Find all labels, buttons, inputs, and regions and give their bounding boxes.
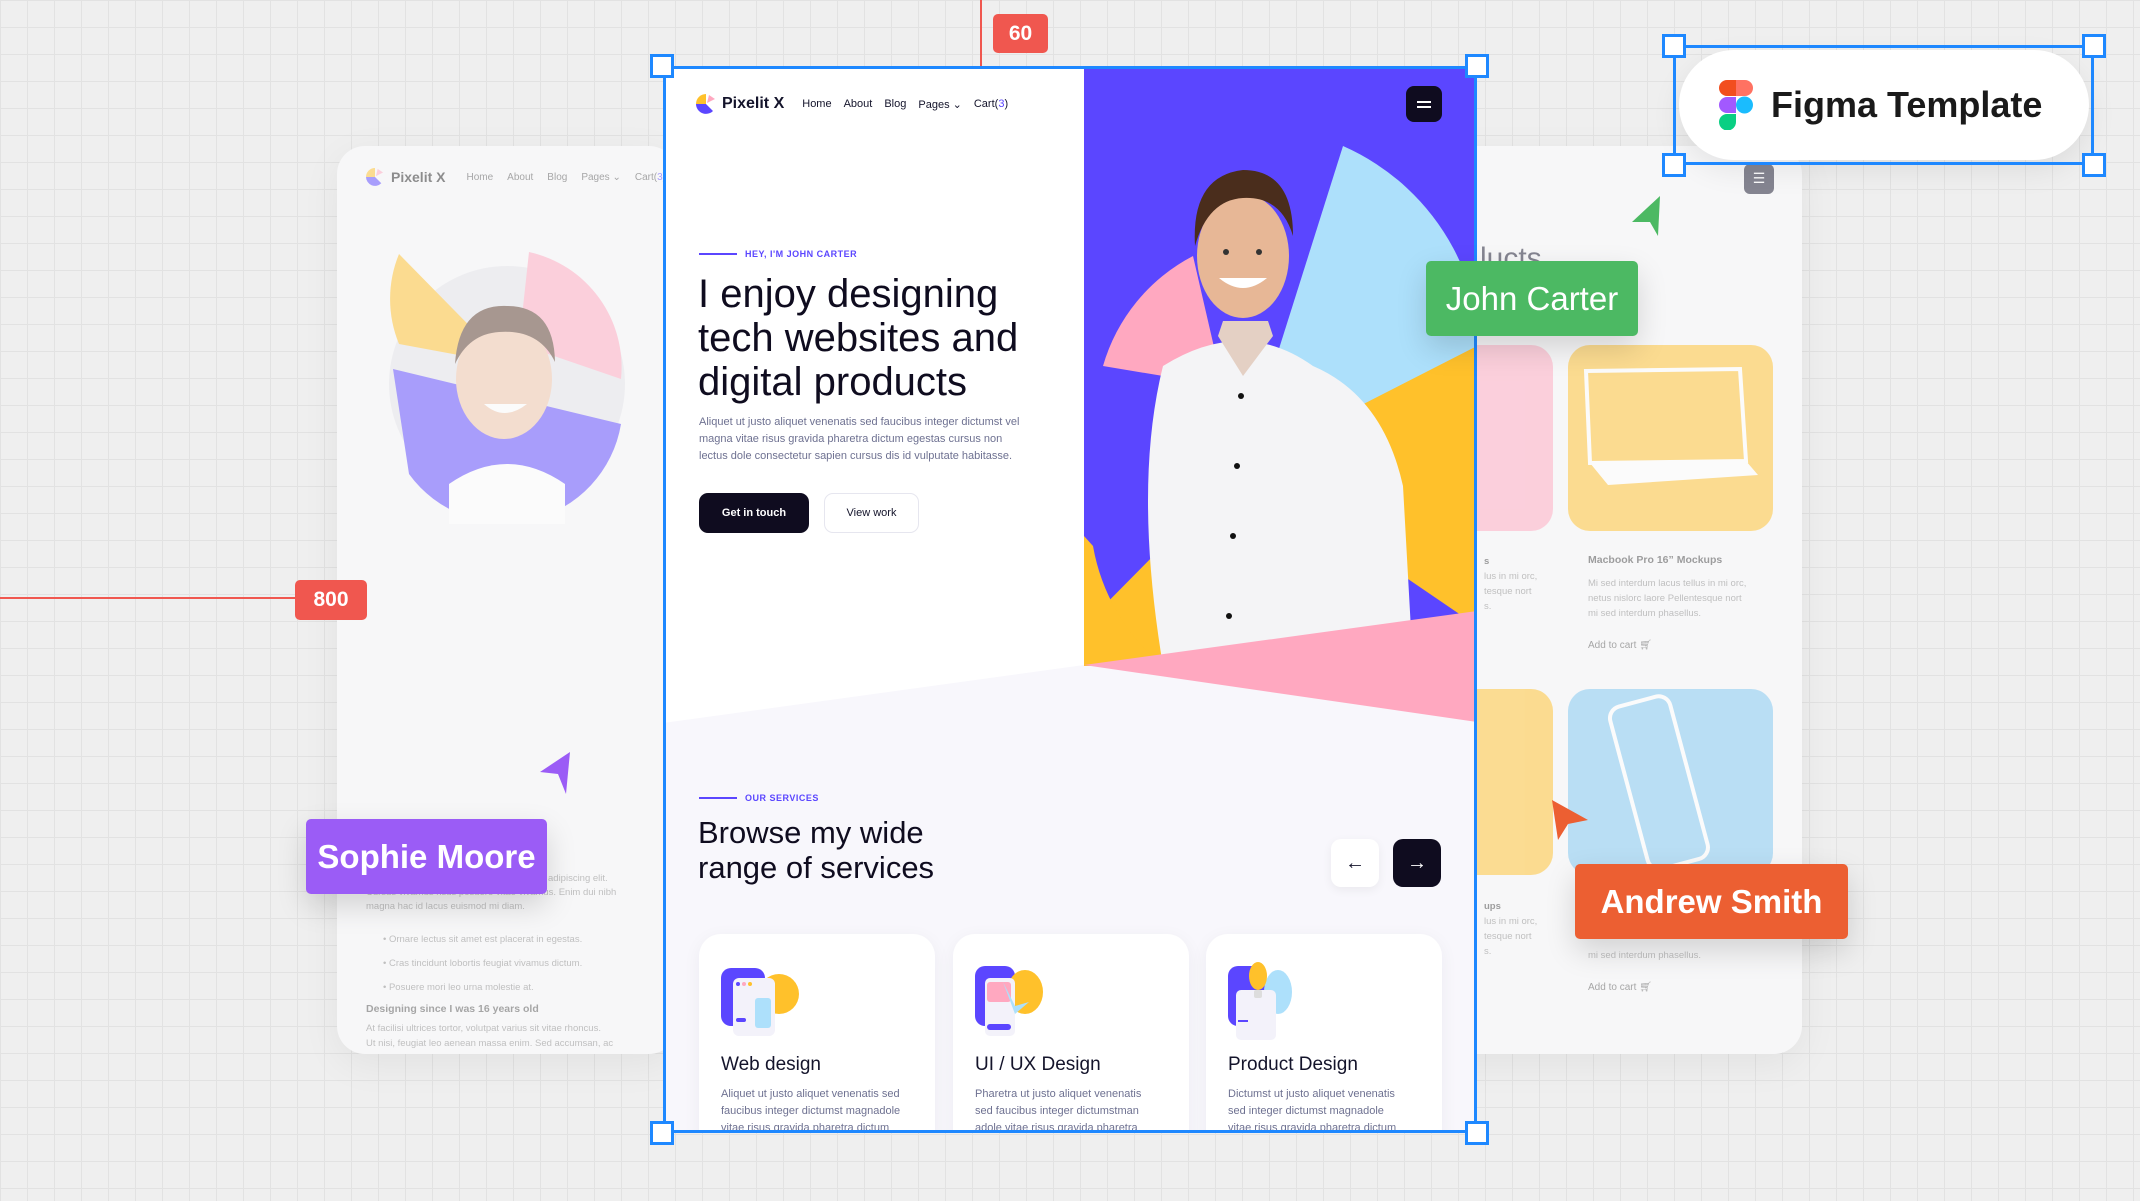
nav-blog[interactable]: Blog <box>884 98 906 110</box>
nav-about: About <box>507 171 534 183</box>
resize-handle-br[interactable] <box>1465 1121 1489 1145</box>
resize-handle-br[interactable] <box>2082 153 2106 177</box>
laptop-icon <box>1583 366 1758 485</box>
arrow-left-icon: ← <box>1345 851 1365 874</box>
web-design-icon <box>721 968 799 1036</box>
cart-icon: 🛒︎ <box>1639 640 1652 651</box>
next-button[interactable]: → <box>1393 839 1441 887</box>
brand-name[interactable]: Pixelit X <box>722 95 784 113</box>
logo-icon <box>696 94 715 114</box>
measure-label-left: 800 <box>295 580 367 620</box>
nav-home[interactable]: Home <box>802 98 831 110</box>
card-title: Product Design <box>1228 1054 1358 1075</box>
paragraph-line: At facilisi ultrices tortor, volutpat va… <box>366 1023 601 1034</box>
subheading: Designing since I was 16 years old <box>366 1003 539 1015</box>
view-work-button[interactable]: View work <box>824 493 919 533</box>
card-description: Pharetra ut justo aliquet venenatis sed f… <box>975 1088 1142 1133</box>
text-fragment: s. <box>1484 601 1492 612</box>
measure-line-vertical <box>980 0 982 66</box>
cursor-arrow-icon <box>1552 800 1588 840</box>
text-fragment: lus in mi orc, <box>1484 916 1538 927</box>
product-title: Macbook Pro 16” Mockups <box>1588 554 1723 566</box>
left-preview-card: Pixelit X Home About Blog Pages ⌄ Cart(3… <box>337 146 677 1054</box>
text-fragment: s. <box>1484 946 1492 957</box>
services-title: Browse my wide range of services <box>698 815 935 885</box>
cursor-arrow-icon <box>1632 196 1660 236</box>
menu-button: ☰ <box>1744 164 1774 194</box>
cursor-label-andrew-smith: Andrew Smith <box>1575 864 1848 939</box>
card-title: Web design <box>721 1054 821 1075</box>
service-card-ui-ux-design[interactable]: UI / UX Design Pharetra ut justo aliquet… <box>953 934 1189 1133</box>
prev-button[interactable]: ← <box>1331 839 1379 887</box>
ui-ux-design-icon <box>975 966 1043 1036</box>
bullet-item: • Cras tincidunt lobortis feugiat vivamu… <box>383 958 583 969</box>
nav-cart: Cart(3) <box>634 171 666 183</box>
bullet-item: • Ornare lectus sit amet est placerat in… <box>383 934 583 945</box>
nav-cart[interactable]: Cart(3) <box>974 98 1008 110</box>
paragraph-line: magna hac id lacus euismod mi diam. <box>366 901 525 912</box>
get-in-touch-button[interactable]: Get in touch <box>699 493 809 533</box>
menu-button[interactable] <box>1406 86 1442 122</box>
hero-title: I enjoy designing tech websites and digita… <box>698 272 1019 404</box>
figma-badge-label: Figma Template <box>1771 84 2043 125</box>
add-to-cart-link: Add to cart 🛒︎ <box>1588 640 1652 651</box>
product-desc: mi sed interdum phasellus. <box>1588 950 1701 961</box>
text-fragment: s <box>1484 556 1490 567</box>
nav-pages: Pages ⌄ <box>581 171 621 183</box>
card-title: UI / UX Design <box>975 1054 1101 1075</box>
text-fragment: tesque nort <box>1484 931 1532 942</box>
text-fragment: lus in mi orc, <box>1484 571 1538 582</box>
brand-name: Pixelit X <box>391 169 446 185</box>
product-desc: netus nislorc laore Pellentesque nort <box>1588 593 1742 604</box>
add-to-cart-link: Add to cart 🛒︎ <box>1588 982 1652 993</box>
chevron-down-icon: ⌄ <box>952 98 962 111</box>
cursor-label-john-carter: John Carter <box>1426 261 1638 336</box>
figma-template-badge: Figma Template <box>1679 50 2089 160</box>
resize-handle-tl[interactable] <box>1662 34 1686 58</box>
bullet-item: • Posuere mori leo urna molestie at. <box>383 982 534 993</box>
card-description: Dictumst ut justo aliquet venenatis sed i… <box>1228 1088 1397 1133</box>
text-fragment: tesque nort <box>1484 586 1532 597</box>
resize-handle-tr[interactable] <box>2082 34 2106 58</box>
product-desc: mi sed interdum phasellus. <box>1588 608 1701 619</box>
measure-label-top: 60 <box>993 14 1048 53</box>
top-nav: Pixelit X Home About Blog Pages ⌄ Cart(3… <box>696 94 1008 114</box>
nav-blog: Blog <box>547 171 568 183</box>
resize-handle-bl[interactable] <box>650 1121 674 1145</box>
arrow-right-icon: → <box>1407 851 1427 874</box>
product-image-phone <box>1568 689 1773 875</box>
paragraph-line: Ut nisi, feugiat leo aenean massa enim. … <box>366 1038 614 1049</box>
product-desc: Mi sed interdum lacus tellus in mi orc, <box>1588 578 1747 589</box>
product-image-macbook <box>1568 345 1773 531</box>
figma-logo-icon <box>1719 80 1753 130</box>
nav-pages[interactable]: Pages ⌄ <box>918 98 961 111</box>
logo-icon <box>366 168 384 186</box>
main-frame[interactable]: Pixelit X Home About Blog Pages ⌄ Cart(3… <box>663 66 1477 1133</box>
text-fragment: ups <box>1484 901 1501 912</box>
nav-home: Home <box>466 171 494 183</box>
nav-about[interactable]: About <box>844 98 873 110</box>
cart-icon: 🛒︎ <box>1639 982 1652 993</box>
product-design-icon <box>1228 962 1292 1040</box>
services-eyebrow: OUR SERVICES <box>699 793 819 803</box>
resize-handle-tl[interactable] <box>650 54 674 78</box>
resize-handle-tr[interactable] <box>1465 54 1489 78</box>
hamburger-icon <box>1417 100 1431 103</box>
hero-paragraph: Aliquet ut justo aliquet venenatis sed f… <box>699 416 1020 462</box>
profile-illustration <box>389 252 625 524</box>
hero-eyebrow: HEY, I'M JOHN CARTER <box>699 249 857 259</box>
card-description: Aliquet ut justo aliquet venenatis sed fa… <box>721 1088 901 1133</box>
phone-icon <box>1607 694 1710 872</box>
resize-handle-bl[interactable] <box>1662 153 1686 177</box>
service-card-web-design[interactable]: Web design Aliquet ut justo aliquet vene… <box>699 934 935 1133</box>
cursor-label-sophie-moore: Sophie Moore <box>306 819 547 894</box>
service-card-product-design[interactable]: Product Design Dictumst ut justo aliquet… <box>1206 934 1442 1133</box>
cursor-arrow-icon <box>540 752 570 794</box>
